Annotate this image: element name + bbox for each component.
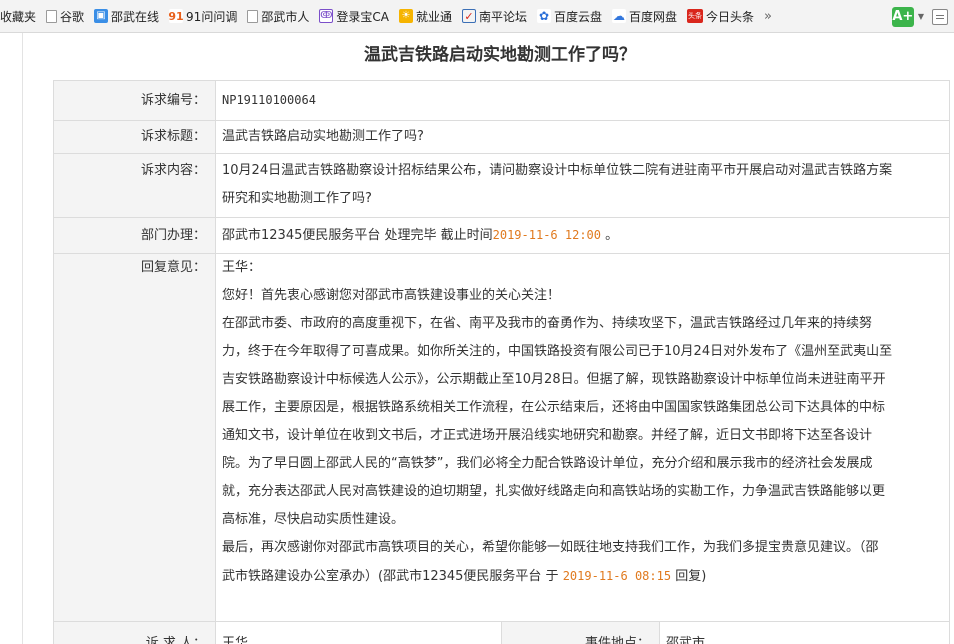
bookmark-shaowu-people[interactable]: 邵武市人 <box>243 5 315 27</box>
bookmark-dengluobao[interactable]: ↂ 登录宝CA <box>315 5 395 27</box>
bookmark-baidu-wangpan[interactable]: ☁ 百度网盘 <box>608 5 683 27</box>
paw-icon: ✿ <box>536 9 551 23</box>
page-icon <box>247 9 259 23</box>
reply-line: 最后，再次感谢你对邵武市高铁项目的关心，希望你能够一如既往地支持我们工作，为我们… <box>222 540 879 555</box>
cloud-icon: ☁ <box>611 9 626 23</box>
complaint-detail-table: 诉求编号： NP19110100064 诉求标题： 温武吉铁路启动实地勘测工作了… <box>53 80 950 644</box>
title-value: 温武吉铁路启动实地勘测工作了吗? <box>222 129 424 144</box>
reply-line: 您好！首先衷心感谢您对邵武市高铁建设事业的关心关注！ <box>222 288 561 303</box>
reply-label: 回复意见： <box>54 254 216 621</box>
code-value: NP19110100064 <box>222 93 316 107</box>
reply-last-prefix: 武市铁路建设办公室承办）(邵武市12345便民服务平台 于 <box>222 569 563 584</box>
toolbar-right: A+ ▼ <box>891 0 954 32</box>
content-label: 诉求内容： <box>54 154 216 217</box>
bookmark-label: 今日头条 <box>706 9 755 24</box>
table-row-title: 诉求标题： 温武吉铁路启动实地勘测工作了吗? <box>54 121 949 154</box>
table-row-dept: 部门办理： 邵武市12345便民服务平台 处理完毕 截止时间2019-11-6 … <box>54 218 949 254</box>
bookmark-shaowu-online[interactable]: ▣ 邵武在线 <box>90 5 165 27</box>
reply-last-suffix: 回复) <box>671 569 707 584</box>
requester-value: 王华 <box>216 622 502 644</box>
reply-line-last: 武市铁路建设办公室承办）(邵武市12345便民服务平台 于 2019-11-6 … <box>222 562 941 591</box>
reply-line: 高标准，尽快启动实质性建设。 <box>222 512 405 527</box>
91-icon: 91 <box>168 9 184 23</box>
bookmark-label: 南平论坛 <box>478 9 527 24</box>
bookmark-label: 百度网盘 <box>628 9 677 24</box>
bookmark-label: 91问问调 <box>186 9 238 24</box>
bookmark-label: 邵武在线 <box>111 9 160 24</box>
table-row-code: 诉求编号： NP19110100064 <box>54 81 949 121</box>
content-line: 研究和实地勘测工作了吗? <box>222 191 372 206</box>
dept-value: 邵武市12345便民服务平台 处理完毕 截止时间2019-11-6 12:00 … <box>216 218 949 253</box>
check-icon: ✓ <box>461 9 476 23</box>
table-row-reply: 回复意见： 王华： 您好！首先衷心感谢您对邵武市高铁建设事业的关心关注！ 在邵武… <box>54 254 949 622</box>
bookmark-label: 登录宝CA <box>336 9 389 24</box>
bookmark-label: 谷歌 <box>60 9 85 24</box>
menu-icon[interactable] <box>932 8 948 25</box>
reply-line: 就，充分表达邵武人民对高铁建设的迫切期望，扎实做好线路走向和高铁站场的实勘工作，… <box>222 484 886 499</box>
reply-line: 展工作，主要原因是，根据铁路系统相关工作流程，在公示结束后，还将由中国国家铁路集… <box>222 400 886 415</box>
table-row-requester: 诉 求 人： 王华 事件地点： 邵武市 <box>54 622 949 644</box>
content-line: 10月24日温武吉铁路勘察设计招标结果公布，请问勘察设计中标单位铁二院有进驻南平… <box>222 163 893 178</box>
location-value: 邵武市 <box>666 636 706 644</box>
bookmark-label: 邵武市人 <box>261 9 310 24</box>
sun-icon: ☀ <box>398 9 413 23</box>
table-row-content: 诉求内容： 10月24日温武吉铁路勘察设计招标结果公布，请问勘察设计中标单位铁二… <box>54 154 949 218</box>
dept-status: 邵武市12345便民服务平台 处理完毕 截止时间 <box>222 228 493 243</box>
title-label: 诉求标题： <box>54 121 216 153</box>
bookmark-label: 收藏夹 <box>0 9 37 24</box>
bookmark-label: 百度云盘 <box>553 9 602 24</box>
more-bookmarks-icon[interactable]: » <box>764 9 772 24</box>
dept-end: 。 <box>601 228 619 243</box>
reply-line: 王华： <box>222 260 262 275</box>
bookmark-google[interactable]: 谷歌 <box>42 5 90 27</box>
reply-line: 通知文书，设计单位在收到文书后，才正式进场开展沿线实地研究和勘察。并经了解，近日… <box>222 428 873 443</box>
content-value: 10月24日温武吉铁路勘察设计招标结果公布，请问勘察设计中标单位铁二院有进驻南平… <box>216 154 949 217</box>
reply-line: 在邵武市委、市政府的高度重视下，在省、南平及我市的奋勇作为、持续攻坚下，温武吉铁… <box>222 316 873 331</box>
blue-site-icon: ▣ <box>94 9 109 23</box>
toutiao-icon: 头条 <box>687 9 703 23</box>
bookmarks-bar: 收藏夹 谷歌 ▣ 邵武在线 91 91问问调 邵武市人 ↂ 登录宝CA ☀ 就业… <box>0 0 954 33</box>
bookmark-jiuyetong[interactable]: ☀ 就业通 <box>395 5 458 27</box>
code-label: 诉求编号： <box>54 81 216 120</box>
dept-label: 部门办理： <box>54 218 216 253</box>
chevron-down-icon[interactable]: ▼ <box>918 12 924 21</box>
bookmark-toutiao[interactable]: 头条 今日头条 <box>683 5 760 27</box>
left-divider <box>22 33 23 644</box>
bookmark-baidu-yunpan[interactable]: ✿ 百度云盘 <box>533 5 608 27</box>
add-extension-icon[interactable]: A+ <box>891 6 914 27</box>
deadline-time: 2019-11-6 12:00 <box>492 228 601 242</box>
reply-line: 院。为了早日圆上邵武人民的“高铁梦”，我们必将全力配合铁路设计单位，充分介绍和展… <box>222 456 873 471</box>
requester-label: 诉 求 人： <box>54 622 216 644</box>
bookmark-favorites[interactable]: 收藏夹 <box>0 5 42 27</box>
page-title: 温武吉铁路启动实地勘测工作了吗？ <box>364 45 636 65</box>
bookmark-91wenwen[interactable]: 91 91问问调 <box>165 5 243 27</box>
reply-time: 2019-11-6 08:15 <box>562 569 672 583</box>
ca-icon: ↂ <box>319 9 334 23</box>
reply-line: 力，终于在今年取得了可喜成果。如你所关注的，中国铁路投资有限公司已于10月24日… <box>222 344 893 359</box>
location-label: 事件地点： <box>502 622 660 644</box>
bookmark-nanping-forum[interactable]: ✓ 南平论坛 <box>458 5 533 27</box>
bookmark-label: 就业通 <box>415 9 452 24</box>
page-icon <box>46 9 58 23</box>
reply-value: 王华： 您好！首先衷心感谢您对邵武市高铁建设事业的关心关注！ 在邵武市委、市政府… <box>216 254 949 621</box>
reply-line: 吉安铁路勘察设计中标候选人公示》，公示期截止至10月28日。但据了解，现铁路勘察… <box>222 372 886 387</box>
